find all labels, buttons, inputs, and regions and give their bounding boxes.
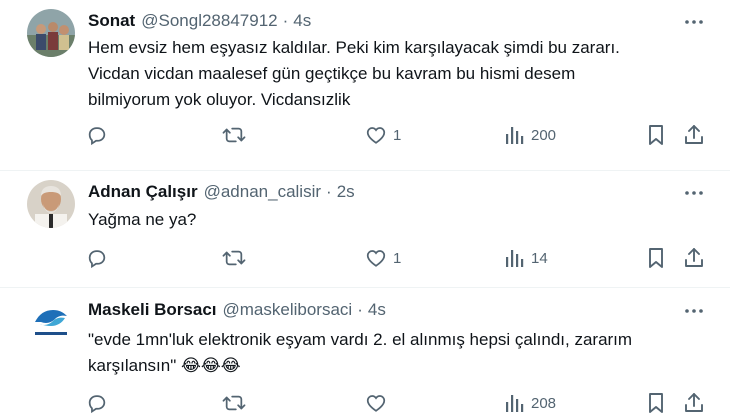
tweet-text-line: Hem evsiz hem eşyasız kaldılar. Peki kim… (88, 38, 620, 57)
share-button[interactable] (683, 124, 705, 146)
reply-button[interactable] (86, 247, 114, 269)
reply-button[interactable] (86, 392, 114, 414)
separator-dot: · (282, 11, 289, 30)
timestamp[interactable]: 4s (368, 300, 386, 320)
author-name[interactable]: Maskeli Borsacı (88, 300, 217, 320)
author-handle[interactable]: @adnan_calisir (204, 182, 321, 202)
like-icon (365, 247, 387, 269)
views-count: 208 (531, 394, 557, 412)
more-icon[interactable] (683, 182, 705, 204)
share-button[interactable] (683, 392, 705, 414)
views-button[interactable]: 200 (505, 124, 556, 146)
avatar[interactable] (27, 180, 75, 228)
like-count: 1 (393, 249, 402, 267)
bookmark-icon (646, 124, 666, 146)
retweet-button[interactable] (222, 392, 252, 414)
share-icon (683, 392, 705, 414)
views-count: 14 (531, 249, 548, 267)
views-button[interactable]: 208 (505, 392, 556, 414)
like-button[interactable]: 1 (365, 247, 401, 269)
retweet-button[interactable] (222, 247, 252, 269)
retweet-button[interactable] (222, 124, 252, 146)
action-bar: 208 (0, 392, 730, 418)
avatar[interactable] (27, 298, 75, 346)
bookmark-icon (646, 392, 666, 414)
like-button[interactable]: 1 (365, 124, 401, 146)
tweet-text-line: karşılansın" 😂😂😂 (88, 356, 241, 375)
share-icon (683, 247, 705, 269)
bookmark-button[interactable] (646, 392, 666, 414)
author-name[interactable]: Adnan Çalışır (88, 182, 198, 202)
action-bar: 1 14 (0, 247, 730, 273)
tweet[interactable]: Maskeli Borsacı @maskeliborsaci · 4s "ev… (0, 288, 730, 420)
author-handle[interactable]: @maskeliborsaci (223, 300, 353, 320)
avatar[interactable] (27, 9, 75, 57)
tweet-text-line: Yağma ne ya? (88, 210, 197, 229)
tweet[interactable]: Adnan Çalışır @adnan_calisir · 2s Yağma … (0, 171, 730, 287)
more-icon[interactable] (683, 11, 705, 33)
tweet-text: Yağma ne ya? (88, 207, 196, 233)
reply-icon (86, 247, 108, 269)
retweet-icon (222, 124, 246, 146)
like-icon (365, 392, 387, 414)
tweet-text-line: "evde 1mn'luk elektronik eşyam vardı 2. … (88, 330, 633, 349)
views-button[interactable]: 14 (505, 247, 548, 269)
views-icon (505, 392, 525, 414)
views-icon (505, 247, 525, 269)
action-bar: 1 200 (0, 124, 730, 150)
tweet-text: Hem evsiz hem eşyasız kaldılar. Peki kim… (88, 35, 620, 113)
tweet-text-line: bilmiyorum yok oluyor. Vicdansızlik (88, 90, 351, 109)
share-icon (683, 124, 705, 146)
retweet-icon (222, 247, 246, 269)
like-button[interactable] (365, 392, 393, 414)
views-icon (505, 124, 525, 146)
views-count: 200 (531, 126, 557, 144)
timestamp[interactable]: 4s (293, 11, 311, 31)
like-icon (365, 124, 387, 146)
tweet-text-line: Vicdan vicdan maalesef gün geçtikçe bu k… (88, 64, 576, 83)
author-name[interactable]: Sonat (88, 11, 135, 31)
retweet-icon (222, 392, 246, 414)
author-handle[interactable]: @Songl28847912 (141, 11, 277, 31)
timestamp[interactable]: 2s (337, 182, 355, 202)
bookmark-icon (646, 247, 666, 269)
tweet-text: "evde 1mn'luk elektronik eşyam vardı 2. … (88, 327, 632, 379)
reply-icon (86, 124, 108, 146)
reply-icon (86, 392, 108, 414)
tweet[interactable]: Sonat @Songl28847912 · 4s Hem evsiz hem … (0, 0, 730, 170)
separator-dot: · (357, 300, 363, 319)
bookmark-button[interactable] (646, 124, 666, 146)
more-icon[interactable] (683, 300, 705, 322)
share-button[interactable] (683, 247, 705, 269)
reply-button[interactable] (86, 124, 114, 146)
like-count: 1 (393, 126, 402, 144)
bookmark-button[interactable] (646, 247, 666, 269)
separator-dot: · (326, 182, 332, 201)
